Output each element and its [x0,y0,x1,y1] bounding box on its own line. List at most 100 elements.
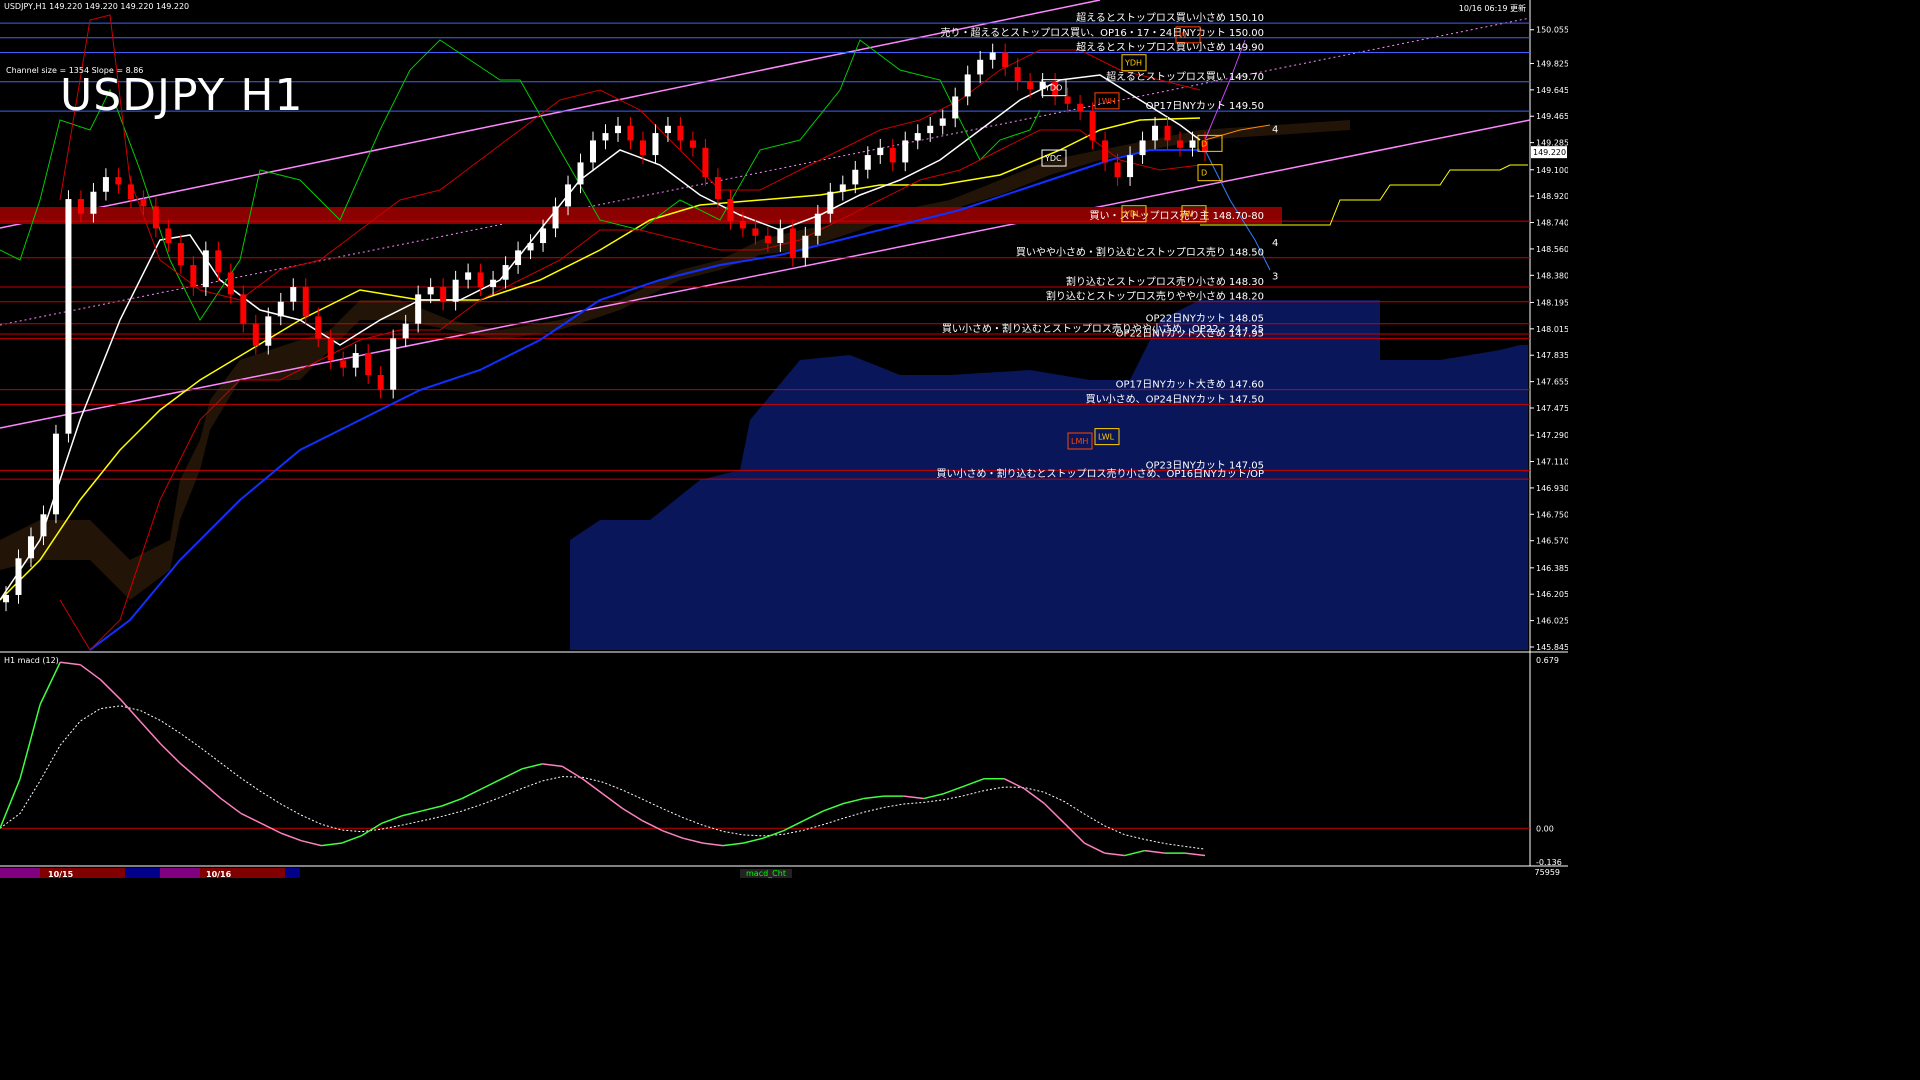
candle-body [752,228,759,236]
macd-segment [923,792,945,800]
price-tick-label: 147.835 [1536,351,1568,360]
price-tick-label: 149.465 [1536,112,1568,121]
price-tick-label: 148.380 [1536,271,1568,280]
macd-segment [140,721,162,745]
macd-segment [903,795,924,800]
candle-body [77,199,84,214]
candle-body [927,125,934,134]
candle-body [527,243,534,251]
candle-body [327,338,334,361]
candle-body [777,228,784,244]
d-lower-marker-label: D [1201,169,1207,178]
candle-body [1014,67,1021,82]
macd-segment [702,842,724,847]
level-label: 買いやや小さめ・割り込むとストップロス売り 148.50 [1016,246,1264,259]
macd-segment [943,785,965,795]
lwl-marker-label: LWL [1098,433,1115,442]
macd-segment [99,679,122,700]
date-label: 10/15 [48,870,74,879]
symbol-header: USDJPY,H1 149.220 149.220 149.220 149.22… [4,2,190,11]
candle-body [452,279,459,302]
level-label: 買い小さめ・割り込むとストップロス売り小さめ、OP16日NYカット/OP [937,467,1265,480]
level-label: OP22日NYカット 148.05 [1146,313,1264,325]
session-bar [285,868,300,878]
macd-segment [803,810,824,822]
ydo-marker-label: YDO [1044,84,1062,93]
macd-segment [782,820,804,832]
candle-body [302,287,309,317]
macd-segment [742,837,764,844]
candle-body [827,191,834,214]
macd-segment [461,787,483,800]
candle-body [3,594,9,603]
candle-body [140,199,147,207]
candle-body [764,235,771,244]
candle-body [664,125,671,134]
price-tick-label: 148.195 [1536,298,1568,307]
candle-body [739,221,746,229]
price-tick-label: 148.015 [1536,325,1568,334]
ydh-marker-label: YDH [1124,59,1142,68]
macd-segment [1043,802,1065,824]
candle-body [540,228,547,244]
d-upper-marker-label: D [1201,139,1207,148]
macd-segment [542,763,563,768]
macd-tick-label: -0.136 [1536,858,1562,867]
price-tick-label: 146.205 [1536,590,1568,599]
session-bar [160,868,200,878]
candle-body [639,140,646,156]
macd-segment [240,812,262,825]
candle-body [240,294,247,324]
macd-segment [521,763,543,770]
level-label: 割り込むとストップロス売りやや小さめ 148.20 [1046,290,1264,303]
candle-body [590,140,597,163]
current-price-label: 149.220 [1533,148,1566,157]
macd-header: H1 macd (12) [4,656,59,665]
candle-body [377,375,384,390]
candle-body [352,353,359,368]
macd-segment [19,704,41,779]
candle-body [390,338,397,390]
macd-segment [682,837,704,844]
macd-segment [39,661,61,705]
level-label: 超えるとストップロス買い小さめ 150.10 [1076,11,1264,24]
candle-body [565,184,572,207]
macd-segment [843,797,864,805]
candle-body [227,272,234,295]
candle-body [1164,125,1171,141]
level-label: 割り込むとストップロス売り小さめ 148.30 [1066,275,1264,288]
candle-body [340,360,347,368]
bottom-counter: 75959 [1534,868,1560,877]
price-tick-label: 146.930 [1536,484,1568,493]
candle-body [15,558,22,595]
candle-body [465,272,472,280]
lwh-marker-label: LWH [1098,97,1116,106]
level-label: 買い小さめ、OP24日NYカット 147.50 [1086,393,1264,405]
forecast-line-purple [1204,39,1246,141]
macd-segment [1084,842,1105,854]
macd-segment [1104,852,1125,857]
macd-segment [642,820,664,832]
price-tick-label: 146.750 [1536,510,1568,519]
macd-segment [662,830,684,839]
w-marker-label: W [1185,210,1193,219]
candle-body [165,228,172,244]
chart-canvas: 超えるとストップロス買い小さめ 150.10 売り・超えるとストップロス買い、OP… [0,0,1568,879]
macd-tab[interactable]: macd_Cht [740,869,792,878]
candle-body [1189,140,1196,148]
candle-body [902,140,909,163]
price-tick-label: 150.055 [1536,26,1568,35]
candle-body [315,316,322,339]
macd-segment [863,795,884,800]
candle-body [1127,155,1134,178]
candle-body [852,169,859,185]
price-tick-label: 147.655 [1536,378,1568,387]
candle-body [977,59,984,75]
macd-segment [301,839,322,847]
candle-body [1064,96,1071,104]
candle-body [1089,111,1096,141]
candle-body [40,514,47,537]
ydl-marker-label: YDL [1124,210,1141,219]
level-label: 超えるとストップロス買い 149.70 [1106,70,1264,83]
level-label: 買い・ストップロス売り主 148.70-80 [1089,209,1264,222]
